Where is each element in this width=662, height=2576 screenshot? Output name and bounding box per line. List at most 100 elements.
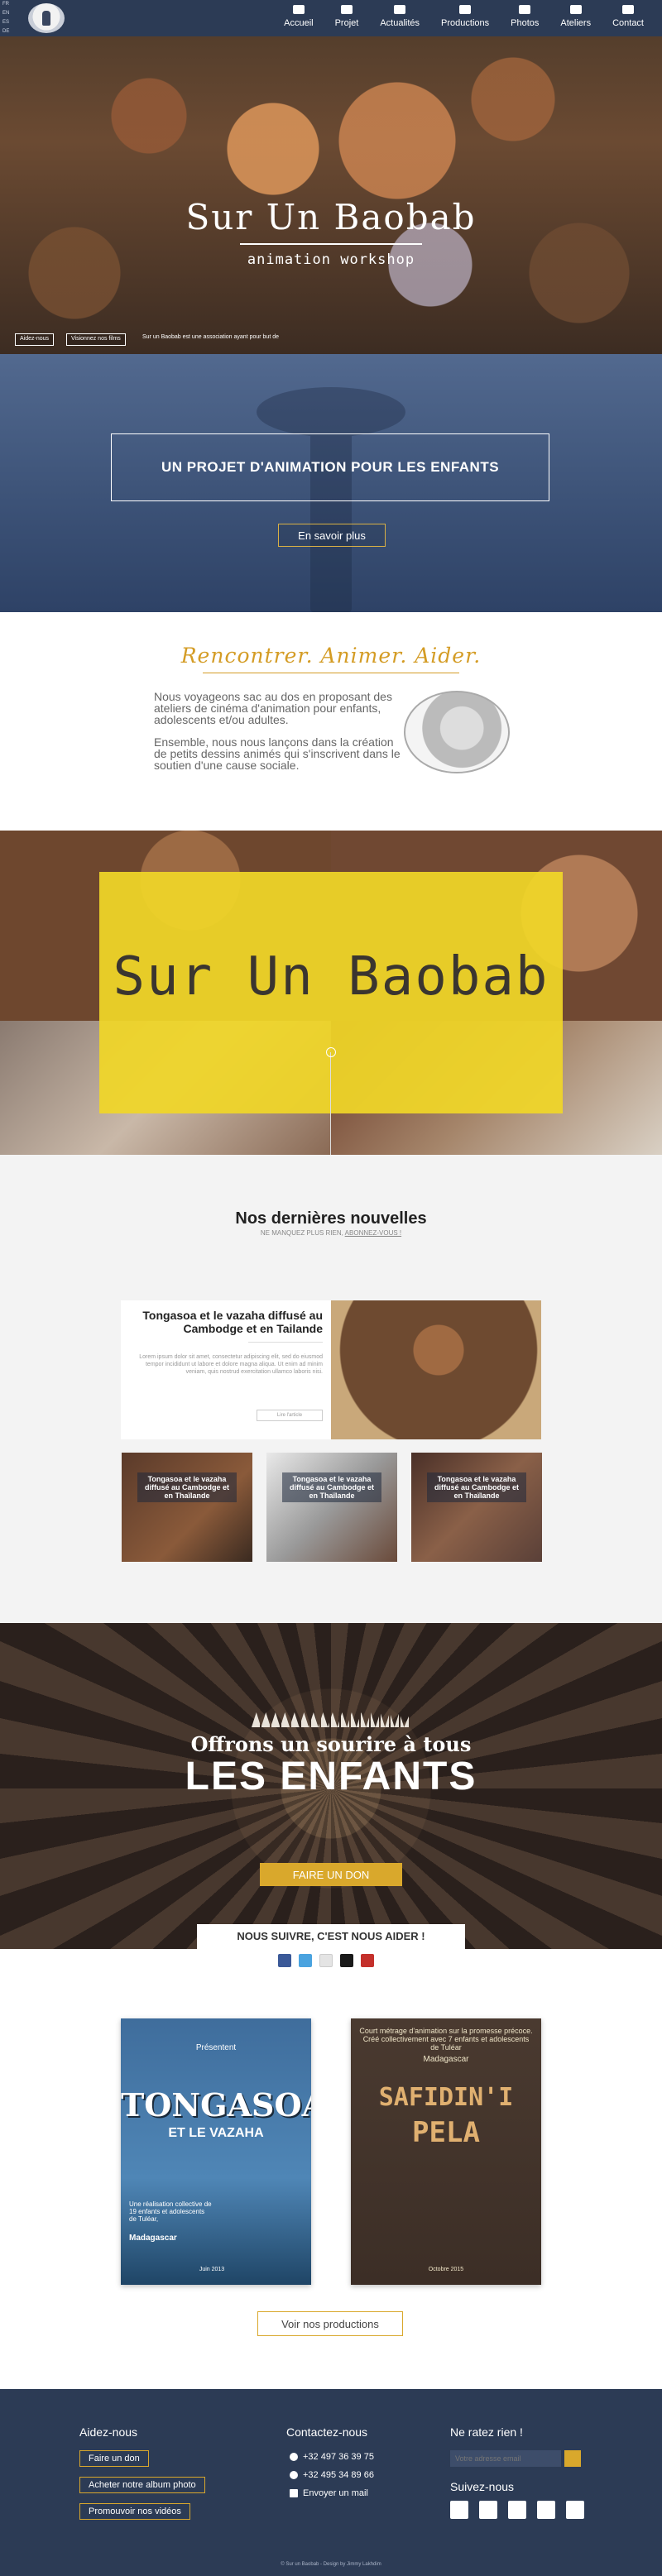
footer-album-button[interactable]: Acheter notre album photo — [79, 2477, 205, 2493]
follow-us-heading: NOUS SUIVRE, C'EST NOUS AIDER ! — [197, 1924, 465, 1949]
collage-title: Sur Un Baobab — [113, 946, 549, 1008]
menu-item-contact[interactable]: Contact — [612, 5, 644, 28]
footer-contact-title: Contactez-nous — [286, 2425, 368, 2439]
news-card-small[interactable]: Tongasoa et le vazaha diffusé au Cambodg… — [266, 1453, 397, 1562]
watch-films-button[interactable]: Visionnez nos films — [66, 333, 126, 346]
instagram-icon[interactable] — [319, 1954, 333, 1967]
social-links — [278, 1954, 374, 1967]
palette-icon — [569, 5, 582, 14]
featured-news-card[interactable]: Tongasoa et le vazaha diffusé au Cambodg… — [121, 1300, 331, 1439]
footer-phone-2[interactable]: +32 495 34 89 66 — [290, 2470, 374, 2480]
poster-presenter: Présentent — [195, 2043, 237, 2052]
photo-collage: Sur Un Baobab — [0, 831, 662, 1155]
poster-place: Madagascar — [423, 2055, 469, 2064]
poster-description: Court métrage d'animation sur la promess… — [359, 2027, 533, 2052]
lang-de[interactable]: DE — [2, 27, 9, 36]
donate-button[interactable]: FAIRE UN DON — [260, 1863, 402, 1886]
hero-section: Sur Un Baobab animation workshop Aidez-n… — [0, 0, 662, 354]
language-switcher[interactable]: FR EN ES DE — [2, 0, 9, 36]
footer-phone-1[interactable]: +32 497 36 39 75 — [290, 2452, 374, 2462]
donate-tagline: Offrons un sourire à tous — [190, 1732, 472, 1756]
newsletter-submit-button[interactable] — [564, 2450, 581, 2467]
intro-section: UN PROJET D'ANIMATION POUR LES ENFANTS E… — [0, 354, 662, 612]
news-card-small[interactable]: Tongasoa et le vazaha diffusé au Cambodg… — [411, 1453, 542, 1562]
news-subtitle: NE MANQUEZ PLUS RIEN, ABONNEZ-VOUS ! — [260, 1229, 402, 1237]
top-navbar: FR EN ES DE Accueil Projet Actualités Pr… — [0, 0, 662, 36]
home-icon — [292, 5, 305, 14]
news-card-small-title: Tongasoa et le vazaha diffusé au Cambodg… — [427, 1472, 526, 1502]
mail-icon — [290, 2489, 298, 2497]
featured-news-excerpt: Lorem ipsum dolor sit amet, consectetur … — [139, 1354, 323, 1375]
poster-title: SAFIDIN'I — [378, 2083, 514, 2112]
twitter-icon[interactable] — [299, 1954, 312, 1967]
footer-promote-button[interactable]: Promouvoir nos vidéos — [79, 2503, 190, 2520]
intro-heading: UN PROJET D'ANIMATION POUR LES ENFANTS — [111, 433, 549, 501]
poster-tongasoa[interactable]: Présentent TONGASOA ET LE VAZAHA Une réa… — [121, 2018, 311, 2285]
help-button[interactable]: Aidez-nous — [15, 333, 55, 346]
featured-news-title: Tongasoa et le vazaha diffusé au Cambodg… — [142, 1309, 323, 1335]
poster-date: Octobre 2015 — [428, 2267, 464, 2272]
poster-description: Une réalisation collective de 19 enfants… — [129, 2200, 212, 2223]
chat-icon — [394, 5, 406, 14]
triangle-banner — [252, 1712, 410, 1727]
hero-subtitle: animation workshop — [247, 251, 415, 268]
poster-title: TONGASOA — [121, 2086, 311, 2124]
lang-en[interactable]: EN — [2, 9, 9, 18]
footer-donate-button[interactable]: Faire un don — [79, 2450, 149, 2467]
footer-help-title: Aidez-nous — [79, 2425, 138, 2439]
view-productions-button[interactable]: Voir nos productions — [257, 2311, 403, 2336]
footer-follow-title: Suivez-nous — [450, 2480, 515, 2493]
poster-subtitle: ET LE VAZAHA — [168, 2126, 264, 2140]
poster-place: Madagascar — [129, 2234, 177, 2243]
mail-icon — [622, 5, 635, 14]
news-section: Nos dernières nouvelles NE MANQUEZ PLUS … — [0, 1155, 662, 1623]
hero-note: Sur un Baobab est une association ayant … — [142, 334, 280, 340]
menu-item-ateliers[interactable]: Ateliers — [560, 5, 591, 28]
menu-item-productions[interactable]: Productions — [441, 5, 489, 28]
whatsapp-icon — [290, 2471, 298, 2479]
news-card-small-title: Tongasoa et le vazaha diffusé au Cambodg… — [282, 1472, 381, 1502]
donate-headline: LES ENFANTS — [185, 1755, 477, 1798]
lang-es[interactable]: ES — [2, 18, 9, 27]
timeline-line — [330, 1052, 331, 1155]
learn-more-button[interactable]: En savoir plus — [278, 524, 386, 547]
poster-title-2: PELA — [412, 2116, 480, 2149]
lang-fr[interactable]: FR — [2, 0, 9, 9]
hero-divider — [240, 243, 422, 245]
baobab-logo-icon — [404, 691, 510, 773]
image-icon — [519, 5, 531, 14]
menu-item-actualites[interactable]: Actualités — [380, 5, 420, 28]
about-paragraph-2: Ensemble, nous nous lançons dans la créa… — [154, 735, 401, 772]
phone-icon — [290, 2453, 298, 2461]
site-logo[interactable] — [28, 3, 65, 33]
featured-news-photo[interactable] — [331, 1300, 541, 1439]
footer-email-link[interactable]: Envoyer un mail — [290, 2488, 368, 2498]
twitter-icon[interactable] — [479, 2501, 497, 2519]
play-icon — [459, 5, 472, 14]
about-section: Rencontrer. Animer. Aider. Nous voyageon… — [0, 612, 662, 831]
main-menu: Accueil Projet Actualités Productions Ph… — [284, 5, 644, 28]
newsletter-email-input[interactable] — [450, 2450, 561, 2467]
users-icon — [340, 5, 353, 14]
yellow-title-panel: Sur Un Baobab — [99, 872, 563, 1113]
poster-safidini-pela[interactable]: Court métrage d'animation sur la promess… — [351, 2018, 541, 2285]
news-card-small[interactable]: Tongasoa et le vazaha diffusé au Cambodg… — [122, 1453, 252, 1562]
footer-newsletter-title: Ne ratez rien ! — [450, 2425, 523, 2439]
menu-item-photos[interactable]: Photos — [511, 5, 539, 28]
menu-item-accueil[interactable]: Accueil — [284, 5, 314, 28]
vimeo-icon[interactable] — [340, 1954, 353, 1967]
subscribe-link[interactable]: ABONNEZ-VOUS ! — [345, 1229, 401, 1237]
vimeo-icon[interactable] — [537, 2501, 555, 2519]
site-footer: Aidez-nous Faire un don Acheter notre al… — [0, 2389, 662, 2576]
read-article-button[interactable]: Lire l'article — [257, 1410, 323, 1421]
about-title: Rencontrer. Animer. Aider. — [180, 644, 482, 668]
menu-item-projet[interactable]: Projet — [335, 5, 358, 28]
hero-title: Sur Un Baobab — [185, 197, 477, 237]
instagram-icon[interactable] — [508, 2501, 526, 2519]
youtube-icon[interactable] — [361, 1954, 374, 1967]
divider — [248, 1342, 323, 1343]
youtube-icon[interactable] — [566, 2501, 584, 2519]
facebook-icon[interactable] — [450, 2501, 468, 2519]
footer-social-links — [450, 2501, 584, 2519]
facebook-icon[interactable] — [278, 1954, 291, 1967]
